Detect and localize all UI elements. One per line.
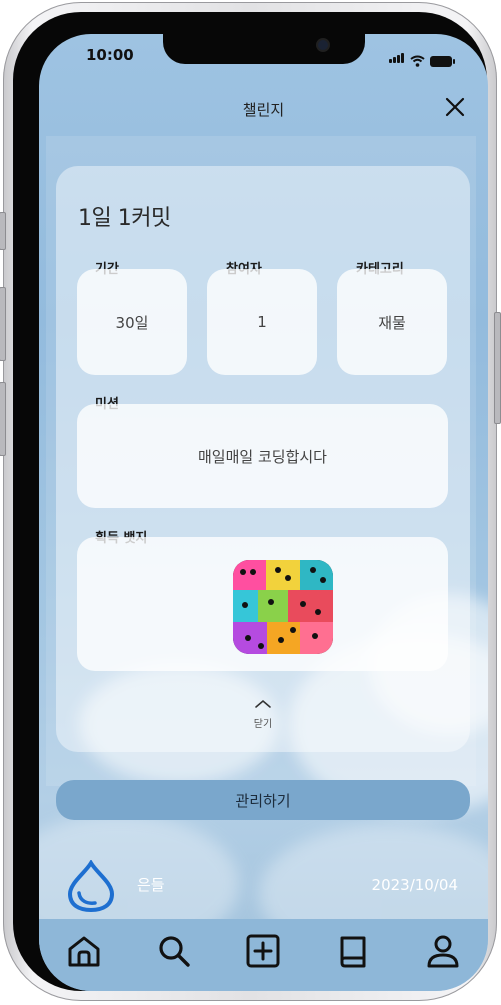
category-value: 재물	[337, 269, 447, 375]
nav-add[interactable]	[243, 931, 283, 971]
volume-down-button	[0, 382, 6, 456]
date-text: 2023/10/04	[371, 876, 458, 894]
screen: 10:00 챌린지 1일 1커밋 기간 참여자	[39, 34, 488, 991]
search-icon	[159, 936, 190, 967]
nav-home[interactable]	[64, 931, 104, 971]
user-name: 은들	[137, 876, 165, 894]
challenge-title: 1일 1커밋	[78, 206, 171, 231]
mission-text: 매일매일 코딩합시다	[77, 404, 448, 508]
profile-icon	[427, 935, 459, 968]
signal-icon	[389, 48, 405, 67]
phone-frame: 10:00 챌린지 1일 1커밋 기간 참여자	[0, 2, 501, 1001]
collapse-label: 닫기	[253, 719, 273, 730]
nav-book[interactable]	[333, 931, 373, 971]
status-time: 10:00	[86, 46, 134, 64]
water-drop-logo-icon	[67, 860, 115, 912]
wifi-icon	[410, 55, 425, 67]
add-icon	[246, 934, 280, 968]
battery-icon	[430, 56, 455, 67]
badge-panel	[77, 537, 448, 671]
page-title: 챌린지	[242, 101, 285, 119]
bottom-nav	[39, 919, 488, 991]
manage-button[interactable]: 관리하기	[56, 780, 470, 820]
notch	[163, 34, 365, 64]
volume-up-button	[0, 287, 6, 361]
chevron-up-icon	[255, 699, 271, 708]
power-button	[494, 312, 501, 424]
close-icon[interactable]	[444, 96, 466, 118]
book-icon	[340, 936, 366, 968]
period-value: 30일	[77, 269, 187, 375]
nav-search[interactable]	[154, 931, 194, 971]
camera-icon	[318, 40, 328, 50]
challenge-card: 1일 1커밋 기간 참여자 카테고리 30일 1 재물 미션 매일매일 코딩합시…	[56, 166, 470, 752]
nav-profile[interactable]	[423, 931, 463, 971]
participants-value: 1	[207, 269, 317, 375]
collapse-button[interactable]: 닫기	[56, 694, 470, 730]
phone-bezel: 10:00 챌린지 1일 1커밋 기간 참여자	[13, 12, 488, 991]
status-icons	[389, 48, 455, 67]
colorful-grid-badge-icon	[233, 560, 333, 654]
home-icon	[68, 936, 100, 967]
mute-switch	[0, 212, 6, 250]
